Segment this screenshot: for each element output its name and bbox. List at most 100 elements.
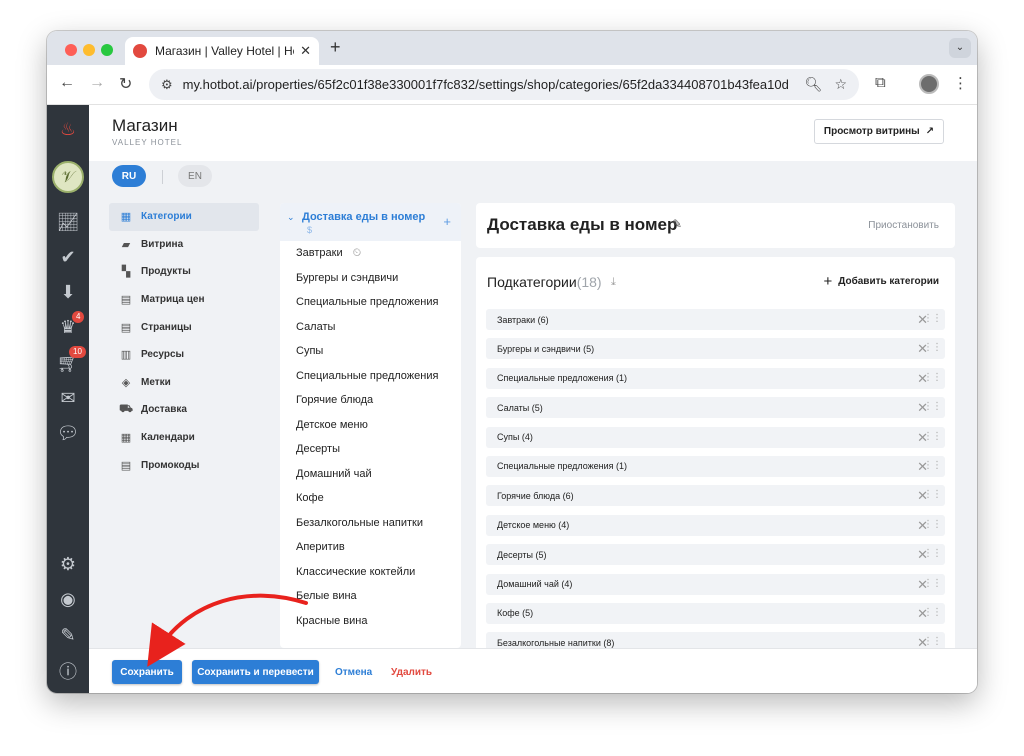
drag-handle-icon[interactable]: ⋮⋮ (923, 313, 942, 324)
drag-handle-icon[interactable]: ⋮⋮ (923, 519, 942, 530)
category-list-item[interactable]: Безалкогольные напитки (296, 517, 456, 530)
drag-handle-icon[interactable]: ⋮⋮ (923, 548, 942, 559)
settings-nav-item[interactable]: ▤ Промокоды (109, 451, 259, 479)
browser-menu-icon[interactable]: ⋮ (953, 74, 968, 92)
user-profile-icon[interactable]: ◉ (56, 587, 80, 611)
hotbot-favicon-icon (133, 44, 147, 58)
drag-handle-icon[interactable]: ⋮⋮ (923, 460, 942, 471)
settings-gear-icon[interactable]: ⚙ (56, 552, 80, 576)
category-list-item[interactable]: Кофе (296, 492, 456, 505)
category-list-item[interactable]: Красные вина (296, 615, 456, 628)
category-item-label: Белые вина (296, 590, 357, 602)
cancel-link[interactable]: Отмена (335, 667, 372, 678)
settings-nav-label: Промокоды (141, 459, 200, 471)
save-and-translate-button[interactable]: Сохранить и перевести (192, 660, 319, 684)
subcategory-row[interactable]: Кофе (5) ✕ ⋮⋮ (486, 602, 945, 624)
back-icon[interactable]: ← (59, 74, 75, 92)
extensions-icon[interactable]: ⧉ (875, 74, 886, 91)
close-window-icon[interactable] (65, 44, 77, 56)
chevron-down-icon[interactable]: ⌄ (287, 212, 295, 223)
settings-nav-item[interactable]: ⛟ Доставка (109, 396, 259, 424)
subcategory-row[interactable]: Супы (4) ✕ ⋮⋮ (486, 426, 945, 448)
category-list-item[interactable]: Специальные предложения (296, 296, 456, 309)
save-button[interactable]: Сохранить (112, 660, 182, 684)
subcategory-row[interactable]: Десерты (5) ✕ ⋮⋮ (486, 544, 945, 566)
close-tab-icon[interactable]: ✕ (300, 43, 311, 59)
subcategory-row[interactable]: Салаты (5) ✕ ⋮⋮ (486, 397, 945, 419)
minimize-window-icon[interactable] (83, 44, 95, 56)
settings-nav-item[interactable]: ▦ Категории (109, 203, 259, 231)
settings-nav-item[interactable]: ▚ Продукты (109, 258, 259, 286)
settings-nav-label: Продукты (141, 266, 191, 278)
drag-handle-icon[interactable]: ⋮⋮ (923, 636, 942, 647)
add-subcategory-icon[interactable]: + (443, 214, 451, 229)
url-text[interactable]: my.hotbot.ai/properties/65f2c01f38e33000… (183, 77, 793, 92)
pause-button[interactable]: Приостановить (868, 220, 939, 231)
settings-nav-item[interactable]: ▥ Ресурсы (109, 341, 259, 369)
help-icon[interactable]: ⓘ (56, 659, 80, 683)
subcategory-row[interactable]: Специальные предложения (1) ✕ ⋮⋮ (486, 367, 945, 389)
category-list-item[interactable]: Бургеры и сэндвичи (296, 272, 456, 285)
category-list-item[interactable]: Десерты (296, 443, 456, 456)
bookmark-star-icon[interactable]: ☆ (834, 76, 847, 93)
settings-nav-label: Категории (141, 211, 192, 223)
settings-nav-item[interactable]: ▤ Матрица цен (109, 286, 259, 314)
subcategory-row[interactable]: Специальные предложения (1) ✕ ⋮⋮ (486, 455, 945, 477)
settings-nav-item[interactable]: ◈ Метки (109, 369, 259, 397)
drag-handle-icon[interactable]: ⋮⋮ (923, 372, 942, 383)
subcategory-row[interactable]: Завтраки (6) ✕ ⋮⋮ (486, 309, 945, 330)
category-list-item[interactable]: Классические коктейли (296, 566, 456, 579)
drag-handle-icon[interactable]: ⋮⋮ (923, 342, 942, 353)
drag-handle-icon[interactable]: ⋮⋮ (923, 607, 942, 618)
lang-ru-tab[interactable]: RU (112, 165, 146, 187)
settings-nav-item[interactable]: ▰ Витрина (109, 231, 259, 259)
drag-handle-icon[interactable]: ⋮⋮ (923, 578, 942, 589)
storefront-preview-label: Просмотр витрины (823, 126, 920, 137)
subcategory-row[interactable]: Горячие блюда (6) ✕ ⋮⋮ (486, 485, 945, 507)
new-tab-button[interactable]: + (330, 37, 341, 58)
category-list-item[interactable]: Домашний чай (296, 468, 456, 481)
settings-nav-item[interactable]: ▤ Страницы (109, 313, 259, 341)
category-list-item[interactable]: Детское меню (296, 419, 456, 432)
mail-icon[interactable]: ✉ (56, 386, 80, 410)
hotbot-logo-icon[interactable]: ♨ (56, 117, 80, 141)
profile-avatar[interactable] (919, 74, 939, 94)
tasks-check-icon[interactable]: ✔ (56, 245, 80, 269)
drag-handle-icon[interactable]: ⋮⋮ (923, 401, 942, 412)
tab-search-button[interactable]: ⌄ (949, 38, 971, 58)
category-list-item[interactable]: Аперитив (296, 541, 456, 554)
address-bar[interactable]: ⚙ my.hotbot.ai/properties/65f2c01f38e330… (149, 69, 859, 100)
category-list-item[interactable]: Горячие блюда (296, 394, 456, 407)
forward-icon[interactable]: → (89, 74, 105, 92)
category-list-item[interactable]: Салаты (296, 321, 456, 334)
settings-nav-item[interactable]: ▦ Календари (109, 424, 259, 452)
site-settings-icon[interactable]: ⚙ (161, 77, 173, 93)
grid-icon: ▚ (121, 266, 131, 279)
storefront-preview-button[interactable]: Просмотр витрины ↗ (814, 119, 944, 144)
drag-handle-icon[interactable]: ⋮⋮ (923, 431, 942, 442)
zoom-icon[interactable]: 🔍︎ (805, 76, 823, 93)
selected-category[interactable]: ⌄ Доставка еды в номер $ + (280, 203, 461, 241)
subcategory-row[interactable]: Бургеры и сэндвичи (5) ✕ ⋮⋮ (486, 338, 945, 360)
lang-en-tab[interactable]: EN (178, 165, 212, 187)
subcategory-row[interactable]: Домашний чай (4) ✕ ⋮⋮ (486, 573, 945, 595)
category-list-item[interactable]: Специальные предложения (296, 370, 456, 383)
inbox-icon[interactable]: ⬇ (56, 280, 80, 304)
add-category-button[interactable]: + Добавить категории (823, 273, 939, 290)
clock-icon: ⏲ (352, 247, 362, 259)
maximize-window-icon[interactable] (101, 44, 113, 56)
browser-tab[interactable]: Магазин | Valley Hotel | Hotb ✕ (125, 37, 319, 65)
subcategory-row[interactable]: Детское меню (4) ✕ ⋮⋮ (486, 514, 945, 536)
edit-pencil-icon[interactable]: ✎ (672, 217, 682, 231)
download-icon[interactable]: ⤓ (611, 276, 616, 289)
property-avatar[interactable]: 𝒱 (52, 161, 84, 193)
drag-handle-icon[interactable]: ⋮⋮ (923, 489, 942, 500)
delete-link[interactable]: Удалить (391, 667, 432, 678)
category-list-item[interactable]: Супы (296, 345, 456, 358)
category-list-item[interactable]: Завтраки ⏲ (296, 247, 456, 260)
chat-icon[interactable]: 💬︎ (56, 421, 80, 445)
category-list-item[interactable]: Белые вина (296, 590, 456, 603)
reload-icon[interactable]: ↻ (119, 74, 132, 94)
pen-icon[interactable]: ✎ (56, 623, 80, 647)
analytics-icon[interactable]: 📈︎ (56, 210, 80, 234)
